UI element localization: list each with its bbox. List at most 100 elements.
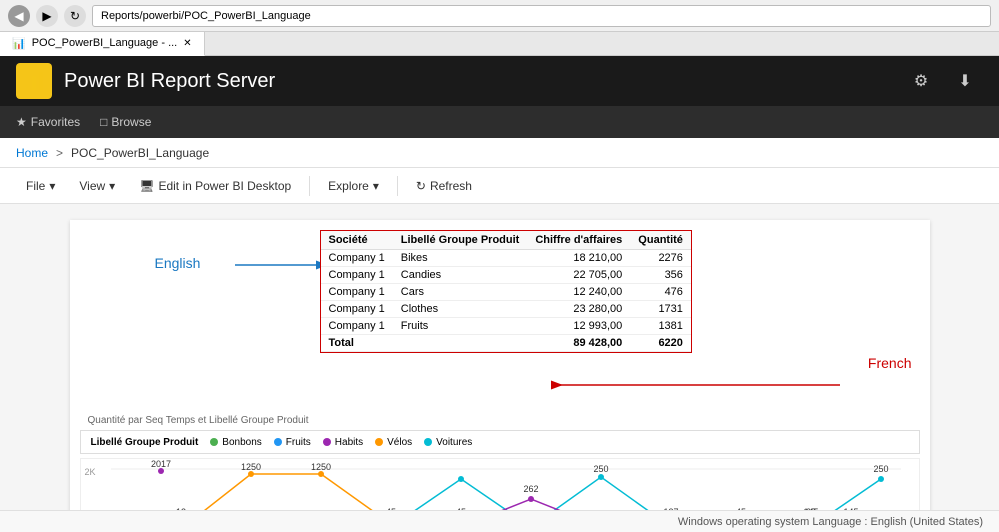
habits-label: Habits: [335, 437, 363, 448]
table-total-row: Total89 428,006220: [321, 335, 691, 352]
view-button[interactable]: View ▾: [69, 172, 125, 200]
table-row: Company 1Cars12 240,00476: [321, 284, 691, 301]
svg-text:250: 250: [873, 464, 888, 474]
tab-label: POC_PowerBI_Language - ...: [32, 37, 178, 49]
table-cell: 2276: [630, 250, 691, 267]
legend-velos: Vélos: [375, 437, 412, 448]
table-cell: 356: [630, 267, 691, 284]
french-label: French: [868, 355, 912, 371]
file-dropdown-icon: ▾: [49, 179, 55, 193]
table-cell: 12 240,00: [527, 284, 630, 301]
fruits-dot: [274, 438, 282, 446]
col-societe: Société: [321, 231, 393, 250]
table-total-cell: Total: [321, 335, 528, 352]
table-cell: Bikes: [393, 250, 528, 267]
toolbar-separator-2: [397, 176, 398, 196]
favorites-item[interactable]: ★ Favorites: [16, 115, 80, 129]
refresh-label: Refresh: [430, 179, 472, 193]
english-annotation: English: [155, 255, 201, 271]
refresh-icon: ↻: [416, 179, 426, 193]
voitures-dot: [424, 438, 432, 446]
table-cell: Clothes: [393, 301, 528, 318]
pbi-title: Power BI Report Server: [64, 70, 891, 93]
table-cell: Company 1: [321, 250, 393, 267]
table-row: Company 1Fruits12 993,001381: [321, 318, 691, 335]
breadcrumb-separator: >: [56, 146, 63, 160]
active-tab[interactable]: 📊 POC_PowerBI_Language - ... ✕: [0, 32, 205, 56]
voitures-label: Voitures: [436, 437, 472, 448]
table-row: Company 1Clothes23 280,001731: [321, 301, 691, 318]
col-libelle: Libellé Groupe Produit: [393, 231, 528, 250]
back-button[interactable]: ◀: [8, 5, 30, 27]
svg-text:1250: 1250: [240, 462, 260, 472]
toolbar-separator: [309, 176, 310, 196]
status-bar: Windows operating system Language : Engl…: [0, 510, 999, 532]
table-total-cell: 89 428,00: [527, 335, 630, 352]
address-bar[interactable]: [92, 5, 991, 27]
table-cell: Cars: [393, 284, 528, 301]
legend-fruits: Fruits: [274, 437, 311, 448]
report-container: English Société Libellé Groupe Produit C…: [70, 220, 930, 516]
velos-dot: [375, 438, 383, 446]
chart-title: Quantité par Seq Temps et Libellé Groupe…: [80, 415, 920, 426]
star-icon: ★: [16, 115, 27, 129]
edit-button[interactable]: 🖥 Edit in Power BI Desktop: [129, 172, 301, 200]
view-label: View: [79, 179, 105, 193]
table-cell: Fruits: [393, 318, 528, 335]
table-cell: Company 1: [321, 267, 393, 284]
tab-icon: 📊: [12, 37, 26, 50]
favorites-bar: ★ Favorites □ Browse: [0, 106, 999, 138]
legend-header: Libellé Groupe Produit: [91, 437, 199, 448]
settings-button[interactable]: ⚙: [903, 63, 939, 99]
bonbons-label: Bonbons: [222, 437, 261, 448]
data-table: Société Libellé Groupe Produit Chiffre d…: [320, 230, 692, 353]
col-ca: Chiffre d'affaires: [527, 231, 630, 250]
svg-text:1250: 1250: [310, 462, 330, 472]
browser-bar: ◀ ▶ ↻: [0, 0, 999, 32]
table-cell: 1381: [630, 318, 691, 335]
table-cell: Company 1: [321, 284, 393, 301]
refresh-button[interactable]: ↻ Refresh: [406, 172, 482, 200]
file-button[interactable]: File ▾: [16, 172, 65, 200]
french-annotation: French: [868, 355, 912, 371]
breadcrumb: Home > POC_PowerBI_Language: [0, 138, 999, 168]
table-row: Company 1Candies22 705,00356: [321, 267, 691, 284]
view-dropdown-icon: ▾: [109, 179, 115, 193]
table-cell: 22 705,00: [527, 267, 630, 284]
french-arrow: [550, 375, 850, 395]
browse-item[interactable]: □ Browse: [100, 115, 151, 129]
main-content: English Société Libellé Groupe Produit C…: [0, 204, 999, 532]
table-cell: 1731: [630, 301, 691, 318]
table-cell: Candies: [393, 267, 528, 284]
table-cell: Company 1: [321, 301, 393, 318]
pbi-logo: [16, 63, 52, 99]
explore-button[interactable]: Explore ▾: [318, 172, 389, 200]
y-label-2k: 2K: [85, 467, 96, 477]
chart-section: Quantité par Seq Temps et Libellé Groupe…: [80, 415, 920, 486]
table-cell: 18 210,00: [527, 250, 630, 267]
toolbar: File ▾ View ▾ 🖥 Edit in Power BI Desktop…: [0, 168, 999, 204]
download-button[interactable]: ⬇: [947, 63, 983, 99]
favorites-label: Favorites: [31, 115, 80, 129]
explore-dropdown-icon: ▾: [373, 179, 379, 193]
habits-dot: [323, 438, 331, 446]
legend-voitures: Voitures: [424, 437, 472, 448]
explore-label: Explore: [328, 179, 369, 193]
fruits-label: Fruits: [286, 437, 311, 448]
english-label: English: [155, 255, 201, 271]
edit-icon: 🖥: [139, 179, 154, 193]
reload-button[interactable]: ↻: [64, 5, 86, 27]
tab-bar: 📊 POC_PowerBI_Language - ... ✕: [0, 32, 999, 56]
header-icons: ⚙ ⬇: [903, 63, 983, 99]
tab-close-button[interactable]: ✕: [183, 38, 191, 49]
legend-bar: Libellé Groupe Produit Bonbons Fruits Ha…: [80, 430, 920, 454]
table-cell: 23 280,00: [527, 301, 630, 318]
forward-button[interactable]: ▶: [36, 5, 58, 27]
svg-text:262: 262: [523, 484, 538, 494]
legend-habits: Habits: [323, 437, 363, 448]
table-total-cell: 6220: [630, 335, 691, 352]
table-cell: 12 993,00: [527, 318, 630, 335]
svg-text:2017: 2017: [150, 459, 170, 469]
table-row: Company 1Bikes18 210,002276: [321, 250, 691, 267]
breadcrumb-home[interactable]: Home: [16, 146, 48, 160]
